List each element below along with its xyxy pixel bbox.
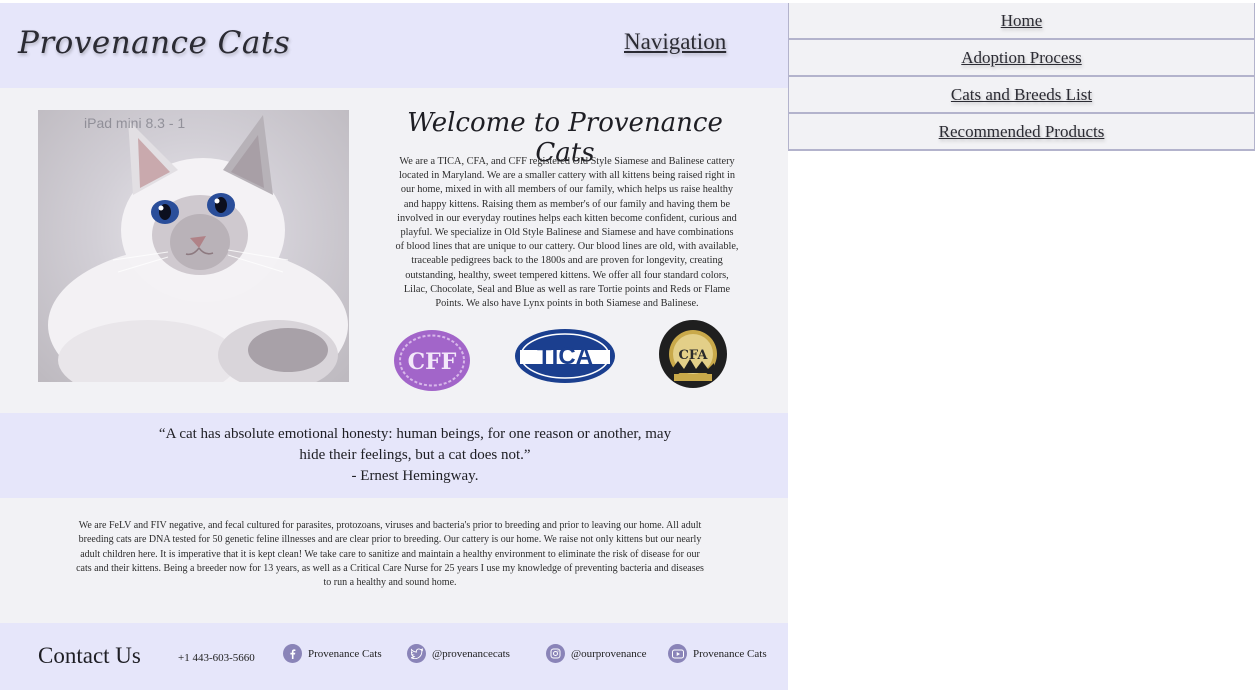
device-frame-caption: iPad mini 8.3 - 1 bbox=[84, 115, 186, 131]
twitter-link[interactable]: @provenancecats bbox=[407, 644, 510, 663]
twitter-label: @provenancecats bbox=[432, 647, 510, 660]
menu-item-cats-and-breeds-list[interactable]: Cats and Breeds List bbox=[788, 77, 1255, 114]
facebook-icon bbox=[283, 644, 302, 663]
quote-author: - Ernest Hemingway. bbox=[351, 468, 479, 484]
cfa-logo-center-text: CFA bbox=[679, 348, 709, 363]
menu-item-home[interactable]: Home bbox=[788, 3, 1255, 40]
twitter-icon bbox=[407, 644, 426, 663]
youtube-link[interactable]: Provenance Cats bbox=[668, 644, 767, 663]
quote-section: “A cat has absolute emotional honesty: h… bbox=[0, 413, 788, 498]
contact-footer: Contact Us +1 443-603-5660 Provenance Ca… bbox=[0, 623, 788, 690]
cfa-logo: CFA bbox=[658, 319, 728, 389]
youtube-icon bbox=[668, 644, 687, 663]
cff-logo: CFF bbox=[393, 329, 471, 392]
menu-item-recommended-products[interactable]: Recommended Products bbox=[788, 114, 1255, 151]
health-paragraph: We are FeLV and FIV negative, and fecal … bbox=[76, 520, 704, 589]
instagram-icon bbox=[546, 644, 565, 663]
menu-item-adoption-process[interactable]: Adoption Process bbox=[788, 40, 1255, 77]
tica-logo: TICA bbox=[514, 328, 616, 384]
kitten-photo: iPad mini 8.3 - 1 bbox=[38, 110, 349, 382]
instagram-link[interactable]: @ourprovenance bbox=[546, 644, 647, 663]
intro-paragraph: We are a TICA, CFA, and CFF registered O… bbox=[395, 156, 739, 310]
cff-logo-text: CFF bbox=[408, 349, 457, 375]
site-title[interactable]: Provenance Cats bbox=[18, 25, 290, 61]
phone-number[interactable]: +1 443-603-5660 bbox=[178, 652, 255, 664]
contact-title: Contact Us bbox=[38, 643, 141, 668]
instagram-label: @ourprovenance bbox=[571, 647, 647, 660]
quote-block: “A cat has absolute emotional honesty: h… bbox=[145, 424, 685, 487]
quote-text: “A cat has absolute emotional honesty: h… bbox=[158, 426, 672, 463]
navigation-link[interactable]: Navigation bbox=[624, 29, 726, 55]
tica-logo-text: TICA bbox=[537, 343, 593, 370]
main-content: Provenance Cats Navigation iPad mini 8.3… bbox=[0, 3, 788, 690]
facebook-link[interactable]: Provenance Cats bbox=[283, 644, 382, 663]
side-navigation-menu: Home Adoption Process Cats and Breeds Li… bbox=[788, 3, 1255, 151]
facebook-label: Provenance Cats bbox=[308, 647, 382, 660]
site-header: Provenance Cats Navigation bbox=[0, 3, 788, 88]
youtube-label: Provenance Cats bbox=[693, 647, 767, 660]
